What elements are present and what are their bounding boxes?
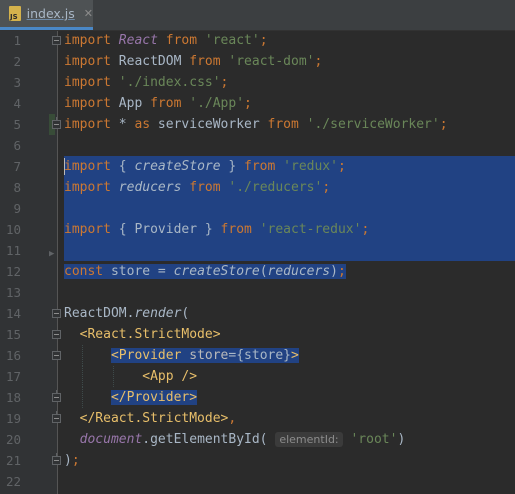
line-number: 20 <box>5 432 21 447</box>
code-line: 14 ReactDOM.render( <box>0 303 515 324</box>
code-line: 13 <box>0 282 515 303</box>
code-text: document.getElementById( elementId: 'roo… <box>79 432 406 447</box>
code-text: <React.StrictMode> <box>79 327 221 342</box>
line-number: 5 <box>13 117 21 132</box>
line-number: 3 <box>13 75 21 90</box>
code-line: 16 <Provider store={store}> <box>0 345 515 366</box>
code-text: ReactDOM.render( <box>64 306 190 321</box>
code-text: import ReactDOM from 'react-dom'; <box>64 54 323 69</box>
code-line-selected: 12 const store = createStore(reducers); <box>0 261 515 282</box>
code-text: const store = createStore(reducers); <box>64 264 346 279</box>
code-text: ); <box>64 453 80 468</box>
line-number: 16 <box>5 348 21 363</box>
code-line: 20 document.getElementById( elementId: '… <box>0 429 515 450</box>
line-number: 7 <box>13 159 21 174</box>
line-number: 14 <box>5 306 21 321</box>
selection-highlight <box>64 240 515 261</box>
code-text: </Provider> <box>110 390 198 405</box>
code-line-selected: 10 import { Provider } from 'react-redux… <box>0 219 515 240</box>
fold-marker-icon[interactable] <box>52 36 61 45</box>
selection-highlight <box>64 198 515 219</box>
line-number: 8 <box>13 180 21 195</box>
fold-marker-icon[interactable] <box>52 330 61 339</box>
line-number: 10 <box>5 222 21 237</box>
close-icon[interactable]: ✕ <box>84 7 93 20</box>
line-number: 11 <box>5 243 21 258</box>
line-number: 21 <box>5 453 21 468</box>
fold-end-icon[interactable] <box>52 411 61 423</box>
code-editor[interactable]: 1 import React from 'react'; 2 import Re… <box>0 30 515 492</box>
code-line: 19 </React.StrictMode>, <box>0 408 515 429</box>
fold-marker-icon[interactable] <box>52 351 61 360</box>
code-text: import './index.css'; <box>64 75 229 90</box>
code-line: 21 ); <box>0 450 515 471</box>
code-text: </React.StrictMode>, <box>79 411 237 426</box>
code-text: import { Provider } from 'react-redux'; <box>64 222 370 237</box>
code-text: <Provider store={store}> <box>110 348 299 363</box>
code-line: 5 import * as serviceWorker from './serv… <box>0 114 515 135</box>
code-line: 15 <React.StrictMode> <box>0 324 515 345</box>
fold-end-icon[interactable] <box>52 390 61 402</box>
editor-tab-bar: JS index.js ✕ <box>0 0 515 31</box>
line-number: 9 <box>13 201 21 216</box>
tab-index-js[interactable]: JS index.js ✕ <box>0 0 93 30</box>
fold-marker-icon[interactable] <box>52 309 61 318</box>
code-text: import * as serviceWorker from './servic… <box>64 117 448 132</box>
code-text: import React from 'react'; <box>64 33 268 48</box>
line-number: 15 <box>5 327 21 342</box>
line-number: 18 <box>5 390 21 405</box>
line-number: 4 <box>13 96 21 111</box>
line-number: 22 <box>5 474 21 489</box>
code-line: 3 import './index.css'; <box>0 72 515 93</box>
tab-label: index.js <box>26 6 75 21</box>
parameter-hint: elementId: <box>275 432 343 447</box>
code-line: 6 <box>0 135 515 156</box>
code-text: import { createStore } from 'redux'; <box>64 159 346 174</box>
code-line: 18 </Provider> <box>0 387 515 408</box>
code-text: import App from './App'; <box>64 96 252 111</box>
code-line-selected: 9 <box>0 198 515 219</box>
line-number: 19 <box>5 411 21 426</box>
line-number: 1 <box>13 33 21 48</box>
code-line-selected: 7 import { createStore } from 'redux'; <box>0 156 515 177</box>
code-text: import reducers from './reducers'; <box>64 180 331 195</box>
line-number: 6 <box>13 138 21 153</box>
line-number: 12 <box>5 264 21 279</box>
code-text: <App /> <box>142 369 198 384</box>
line-number: 2 <box>13 54 21 69</box>
js-file-icon: JS <box>9 6 21 21</box>
code-line: 4 import App from './App'; <box>0 93 515 114</box>
code-line-selected: 8 import reducers from './reducers'; <box>0 177 515 198</box>
code-line: 17 <App /> <box>0 366 515 387</box>
code-line: 22 <box>0 471 515 492</box>
code-line-selected: 11 ▶ <box>0 240 515 261</box>
fold-end-icon[interactable] <box>52 117 61 129</box>
line-number: 13 <box>5 285 21 300</box>
code-line: 1 import React from 'react'; <box>0 30 515 51</box>
line-number: 17 <box>5 369 21 384</box>
code-line: 2 import ReactDOM from 'react-dom'; <box>0 51 515 72</box>
fold-end-icon[interactable] <box>52 453 61 465</box>
